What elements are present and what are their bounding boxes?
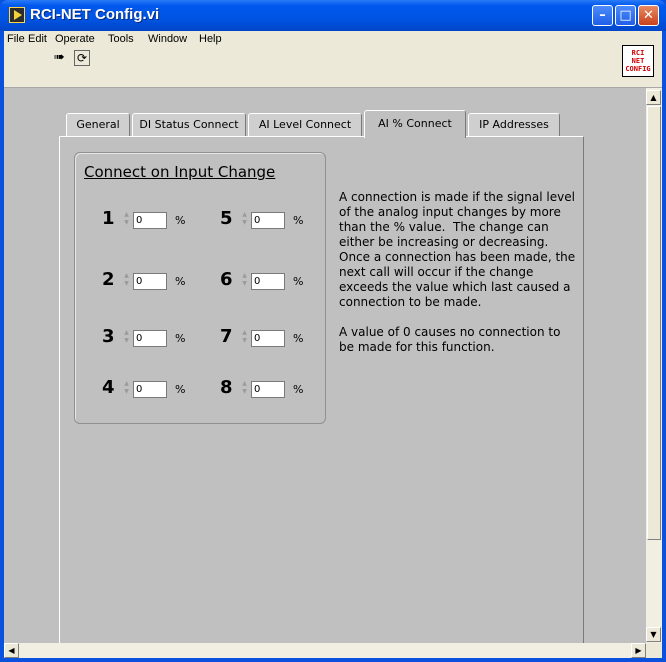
tab-ai-percent-connect[interactable]: AI % Connect <box>364 110 466 138</box>
scroll-right-arrow-icon[interactable]: ▶ <box>631 643 646 658</box>
menu-file[interactable]: File <box>7 33 25 45</box>
channel-6-unit: % <box>293 275 304 288</box>
resize-grip-icon[interactable] <box>646 643 662 658</box>
minimize-button[interactable]: – <box>592 5 613 26</box>
toolbar: ➠ ⟳ <box>4 49 662 88</box>
group-title: Connect on Input Change <box>84 163 276 181</box>
run-arrow-icon[interactable]: ➠ <box>54 51 70 65</box>
channel-1-unit: % <box>175 214 186 227</box>
channel-2-unit: % <box>175 275 186 288</box>
channel-7-spinner[interactable]: ▲ ▼ <box>240 329 249 347</box>
channel-5-label: 5 <box>220 208 233 229</box>
menu-bar: File Edit Operate Tools Window Help <box>4 31 662 49</box>
channel-1-label: 1 <box>102 208 115 229</box>
app-window: RCI-NET Config.vi – □ ✕ File Edit Operat… <box>0 0 666 662</box>
channel-4-label: 4 <box>102 377 115 398</box>
vi-connector-icon: RCI NET CONFIG <box>622 45 654 77</box>
scroll-left-arrow-icon[interactable]: ◀ <box>4 643 19 658</box>
channel-6-input[interactable]: 0 <box>251 273 285 290</box>
tab-ai-level-connect[interactable]: AI Level Connect <box>248 113 362 137</box>
channel-3-label: 3 <box>102 326 115 347</box>
labview-vi-icon[interactable] <box>9 7 25 23</box>
tab-di-status-connect[interactable]: DI Status Connect <box>132 113 246 137</box>
channel-5-input[interactable]: 0 <box>251 212 285 229</box>
description-paragraph-2: A value of 0 causes no connection to be … <box>339 325 565 354</box>
channel-5-unit: % <box>293 214 304 227</box>
run-continuously-icon[interactable]: ⟳ <box>74 50 90 66</box>
channel-8-spinner[interactable]: ▲ ▼ <box>240 380 249 398</box>
channel-3-input[interactable]: 0 <box>133 330 167 347</box>
channel-6-label: 6 <box>220 269 233 290</box>
menu-help[interactable]: Help <box>199 33 222 45</box>
channel-3-unit: % <box>175 332 186 345</box>
menu-window[interactable]: Window <box>148 33 187 45</box>
front-panel: General DI Status Connect AI Level Conne… <box>4 88 646 643</box>
channel-8-label: 8 <box>220 377 233 398</box>
channel-7-label: 7 <box>220 326 233 347</box>
channel-1-spinner[interactable]: ▲ ▼ <box>122 211 131 229</box>
description-text: A connection is made if the signal level… <box>339 190 579 355</box>
horizontal-scrollbar[interactable] <box>4 643 646 658</box>
channel-7-unit: % <box>293 332 304 345</box>
channel-8-input[interactable]: 0 <box>251 381 285 398</box>
vertical-scroll-thumb[interactable] <box>647 106 661 540</box>
menu-operate[interactable]: Operate <box>55 33 95 45</box>
channel-4-unit: % <box>175 383 186 396</box>
channel-2-label: 2 <box>102 269 115 290</box>
tab-general[interactable]: General <box>66 113 130 137</box>
channel-3-spinner[interactable]: ▲ ▼ <box>122 329 131 347</box>
close-button[interactable]: ✕ <box>638 5 659 26</box>
vi-icon-line-3: CONFIG <box>625 65 651 73</box>
channel-2-spinner[interactable]: ▲ ▼ <box>122 272 131 290</box>
window-title: RCI-NET Config.vi <box>30 6 160 23</box>
channel-5-spinner[interactable]: ▲ ▼ <box>240 211 249 229</box>
title-bar[interactable]: RCI-NET Config.vi – □ ✕ <box>0 0 666 31</box>
menu-tools[interactable]: Tools <box>108 33 134 45</box>
channel-8-unit: % <box>293 383 304 396</box>
channel-4-input[interactable]: 0 <box>133 381 167 398</box>
channel-2-input[interactable]: 0 <box>133 273 167 290</box>
scroll-down-arrow-icon[interactable]: ▼ <box>646 627 661 642</box>
vi-icon-line-1: RCI <box>631 49 645 57</box>
channel-6-spinner[interactable]: ▲ ▼ <box>240 272 249 290</box>
tab-ip-addresses[interactable]: IP Addresses <box>468 113 560 137</box>
channel-4-spinner[interactable]: ▲ ▼ <box>122 380 131 398</box>
description-paragraph-1: A connection is made if the signal level… <box>339 190 579 309</box>
menu-edit[interactable]: Edit <box>28 33 47 45</box>
scroll-up-arrow-icon[interactable]: ▲ <box>646 90 661 105</box>
channel-1-input[interactable]: 0 <box>133 212 167 229</box>
vi-icon-line-2: NET <box>631 57 645 65</box>
channel-7-input[interactable]: 0 <box>251 330 285 347</box>
maximize-button[interactable]: □ <box>615 5 636 26</box>
